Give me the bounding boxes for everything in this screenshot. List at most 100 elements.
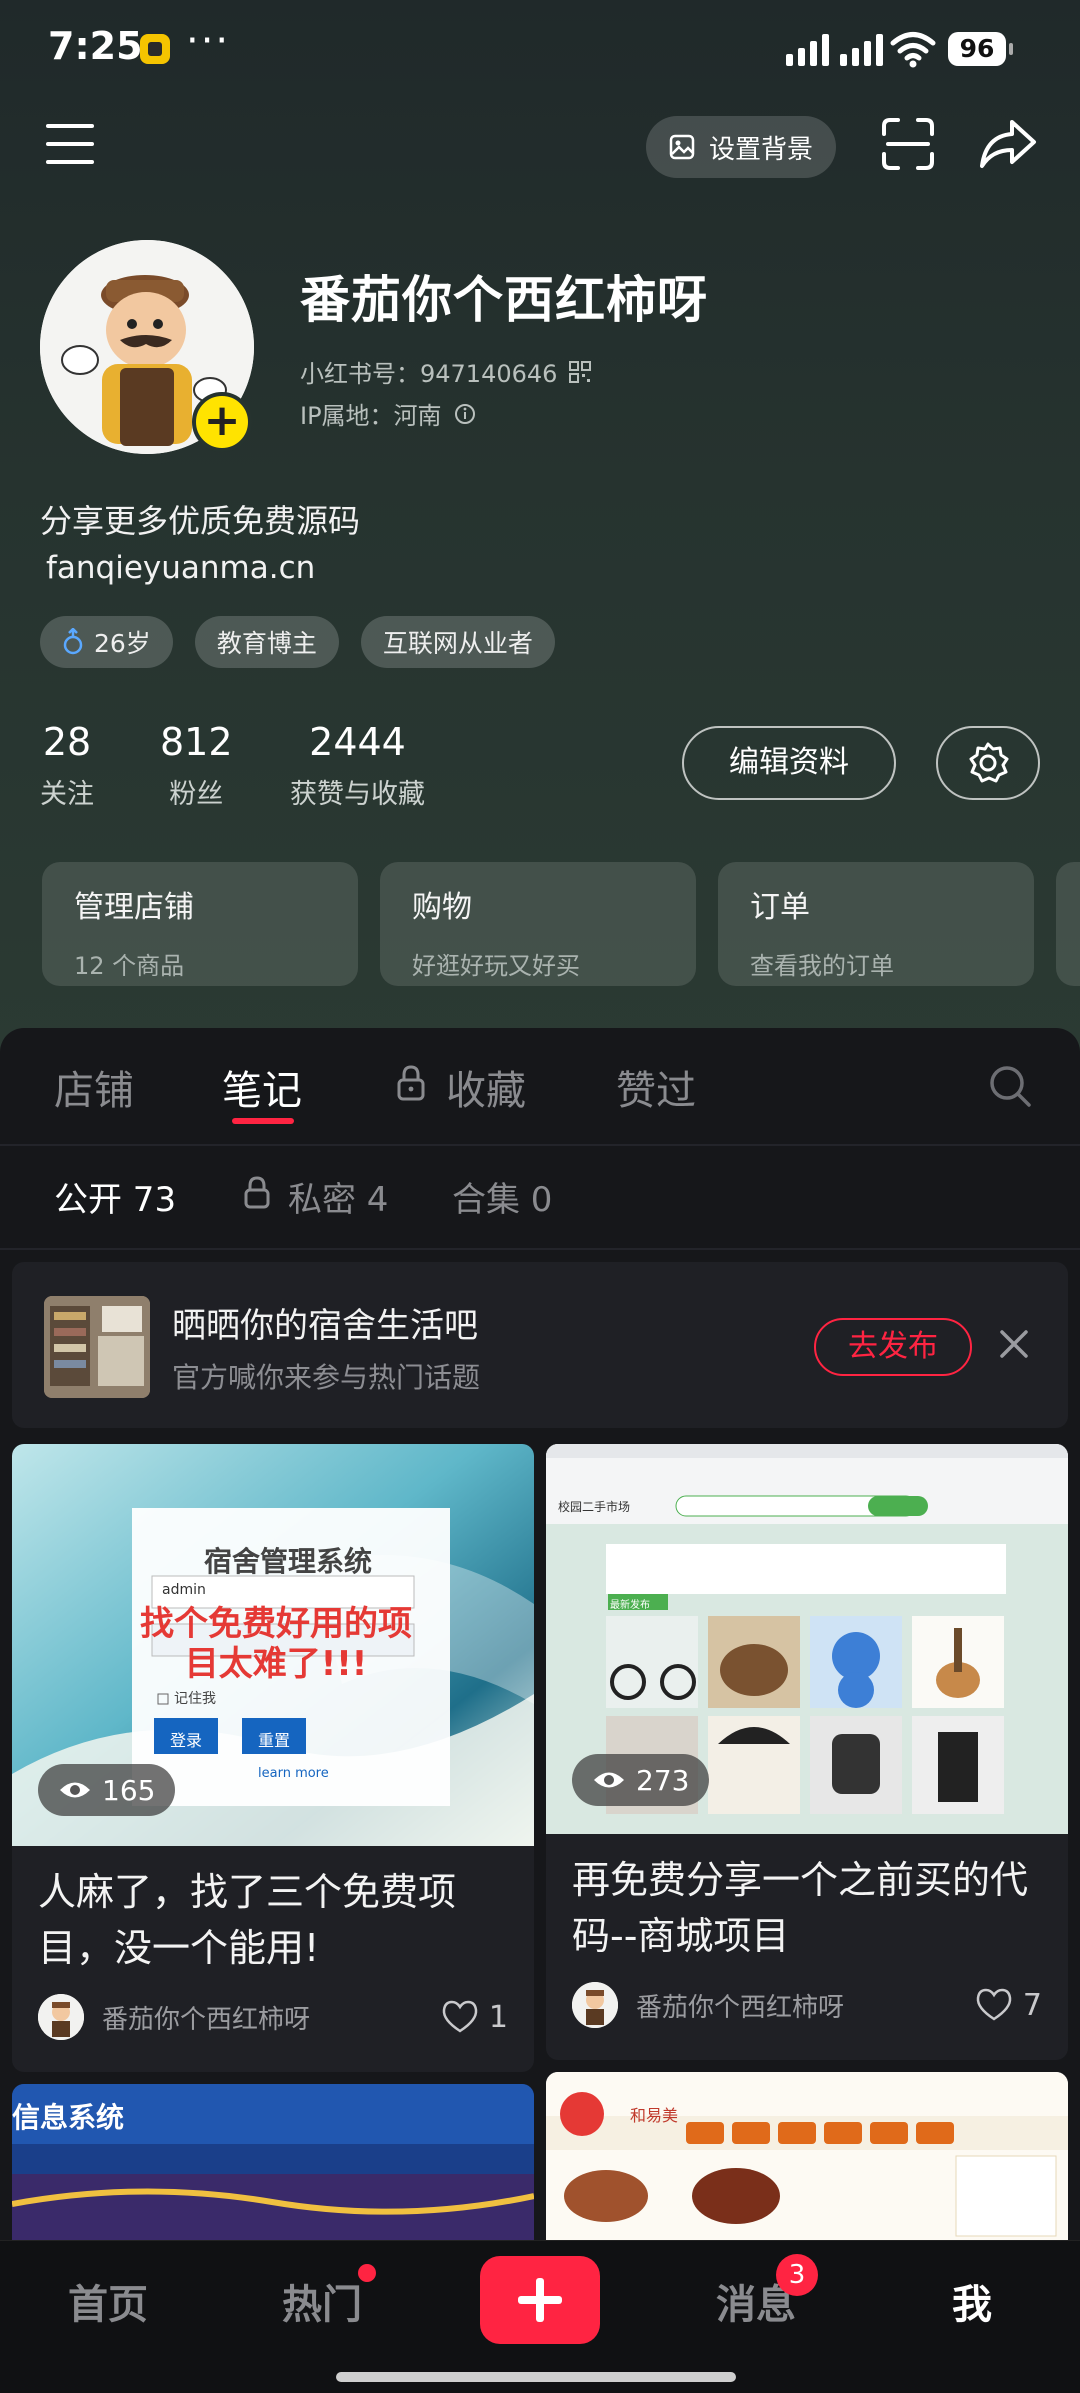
tag-education-blogger[interactable]: 教育博主	[194, 616, 339, 668]
card-subtitle: 查看我的订单	[750, 952, 894, 980]
card-title: 购物	[412, 890, 472, 925]
publish-button[interactable]: 去发布	[814, 1318, 972, 1376]
info-icon[interactable]	[454, 403, 476, 425]
share-icon[interactable]	[978, 116, 1038, 172]
male-icon	[63, 628, 83, 655]
signal-icon-2	[840, 34, 883, 66]
card-subtitle: 好逛好玩又好买	[412, 952, 580, 980]
close-icon[interactable]	[996, 1326, 1032, 1362]
nav-home[interactable]: 首页	[68, 2272, 148, 2330]
tag-label: 互联网从业者	[382, 629, 533, 658]
nickname: 番茄你个西红柿呀	[300, 271, 708, 329]
note-card[interactable]: 宿舍管理系统 admin 找个免费好用的项目太难了!!! 记住我 登录 重置 l…	[12, 1444, 534, 2072]
stat-following[interactable]: 28 关注	[40, 720, 94, 811]
subtab-private[interactable]: 私密 4	[288, 1172, 388, 1221]
author-avatar[interactable]	[38, 1994, 84, 2040]
stat-followers[interactable]: 812 粉丝	[160, 720, 233, 811]
set-background-button[interactable]: 设置背景	[646, 116, 836, 178]
dorm-room-image	[44, 1296, 150, 1398]
scan-icon[interactable]	[880, 116, 936, 172]
user-id-line: 小红书号：947140646	[300, 354, 592, 389]
create-post-button[interactable]	[480, 2256, 600, 2344]
banner-thumbnail	[44, 1296, 150, 1398]
lock-icon	[397, 1065, 425, 1101]
lock-icon	[244, 1176, 270, 1209]
cover-title: 信息系统	[12, 2101, 125, 2134]
settings-button[interactable]	[936, 726, 1040, 800]
stat-label: 关注	[40, 779, 94, 810]
active-tab-indicator	[232, 1118, 294, 1124]
stat-number: 812	[160, 720, 233, 764]
status-time: 7:25	[48, 24, 143, 68]
more-card-edge[interactable]	[1056, 862, 1080, 986]
gear-icon	[969, 742, 1009, 783]
search-icon[interactable]	[988, 1064, 1032, 1108]
battery-indicator: 96	[948, 32, 1013, 66]
subtab-albums[interactable]: 合集 0	[452, 1172, 552, 1221]
banner-title: 晒晒你的宿舍生活吧	[172, 1306, 478, 1346]
user-id: 小红书号：947140646	[300, 360, 558, 388]
image-icon	[669, 134, 695, 160]
cover-login: 登录	[170, 1731, 203, 1750]
note-title: 再免费分享一个之前买的代码--商城项目	[572, 1858, 1029, 1958]
ip-location: IP属地：河南	[300, 402, 442, 430]
divider	[0, 1248, 1080, 1250]
view-count: 165	[38, 1764, 176, 1816]
card-title: 管理店铺	[74, 890, 194, 925]
cover-username: admin	[162, 1582, 206, 1598]
ip-location-line: IP属地：河南	[300, 396, 476, 431]
tab-store[interactable]: 店铺	[54, 1058, 134, 1116]
author-avatar[interactable]	[572, 1982, 618, 2028]
like-button[interactable]: 7	[975, 1988, 1042, 2023]
cover-system-title: 宿舍管理系统	[204, 1545, 373, 1578]
eye-icon	[594, 1772, 624, 1788]
note-cover: 宿舍管理系统 admin 找个免费好用的项目太难了!!! 记住我 登录 重置 l…	[12, 1444, 534, 1846]
author-name[interactable]: 番茄你个西红柿呀	[102, 1999, 441, 2036]
card-title: 订单	[750, 890, 810, 925]
note-cover	[546, 2072, 1068, 2240]
tab-collections[interactable]: 收藏	[446, 1058, 526, 1116]
nav-hot[interactable]: 热门	[282, 2272, 362, 2330]
menu-icon[interactable]	[46, 124, 94, 164]
tag-internet-worker[interactable]: 互联网从业者	[360, 616, 555, 668]
home-indicator	[336, 2372, 736, 2382]
note-footer: 番茄你个西红柿呀 7	[572, 1982, 1042, 2028]
note-card[interactable]: 校园二手市场 最新发布 273 再免费分享一个之前买的代码--商城项目 番茄你个…	[546, 1444, 1068, 2060]
stat-label: 获赞与收藏	[290, 779, 425, 810]
status-more: ···	[186, 18, 231, 64]
nav-me[interactable]: 我	[952, 2272, 992, 2330]
qr-code-icon[interactable]	[569, 360, 592, 383]
cover-overlay-text: 找个免费好用的项目太难了!!!	[140, 1604, 412, 1684]
hot-notification-dot	[358, 2264, 376, 2282]
shopping-card[interactable]: 购物 好逛好玩又好买	[380, 862, 696, 986]
eye-icon	[60, 1782, 90, 1798]
tag-age-label: 26岁	[94, 629, 151, 658]
profile-tags: 26岁 教育博主 互联网从业者	[40, 616, 555, 668]
cover-reset: 重置	[258, 1731, 291, 1750]
set-background-label: 设置背景	[708, 134, 813, 165]
heart-icon	[976, 1988, 1012, 2021]
tab-notes[interactable]: 笔记	[222, 1058, 302, 1116]
subtab-public[interactable]: 公开 73	[54, 1172, 176, 1221]
tag-age[interactable]: 26岁	[40, 616, 173, 668]
note-cover: 校园二手市场 最新发布 273	[546, 1444, 1068, 1834]
manage-store-card[interactable]: 管理店铺 12 个商品	[42, 862, 358, 986]
view-count: 273	[572, 1754, 710, 1806]
add-avatar-button[interactable]: +	[192, 392, 252, 452]
tab-liked[interactable]: 赞过	[616, 1058, 696, 1116]
stat-number: 28	[42, 720, 92, 764]
bio-link[interactable]: fanqieyuanma.cn	[46, 550, 315, 586]
like-count: 7	[1022, 1987, 1042, 2023]
cover-brand: 和易美	[630, 2106, 679, 2125]
author-name[interactable]: 番茄你个西红柿呀	[636, 1987, 975, 2024]
note-card[interactable]: 和易美	[546, 2072, 1068, 2240]
orders-card[interactable]: 订单 查看我的订单	[718, 862, 1034, 986]
note-title: 人麻了，找了三个免费项目，没一个能用!	[38, 1870, 457, 1970]
like-button[interactable]: 1	[441, 2000, 508, 2035]
note-card[interactable]: 信息系统	[12, 2084, 534, 2240]
edit-profile-button[interactable]: 编辑资料	[682, 726, 896, 800]
notification-app-icon	[140, 34, 170, 64]
cover-section: 最新发布	[610, 1600, 650, 1611]
cover-remember: 记住我	[174, 1691, 216, 1707]
stat-likes-and-saves[interactable]: 2444 获赞与收藏	[290, 720, 425, 811]
